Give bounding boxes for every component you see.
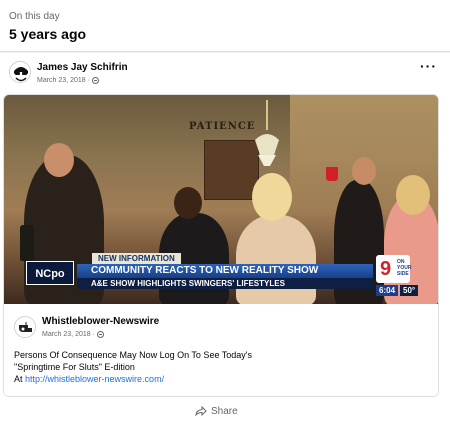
wine-bottle <box>20 225 34 261</box>
post-meta: March 23, 2018 · <box>37 77 99 84</box>
wall-sign: PATIENCE <box>189 121 256 132</box>
author-name[interactable]: James Jay Schifrin <box>37 62 128 73</box>
share-icon <box>195 406 207 416</box>
person-blonde <box>236 215 316 304</box>
broadcast-time: 6:04 <box>376 285 399 296</box>
memory-title: 5 years ago <box>9 26 87 42</box>
avatar-icon <box>10 62 30 82</box>
broadcast-temperature: 50° <box>400 285 419 296</box>
page-avatar[interactable] <box>14 316 36 338</box>
station-logo-text: NCpo <box>35 268 65 280</box>
globe-icon <box>91 77 99 84</box>
more-options-icon[interactable]: ··· <box>420 59 436 73</box>
news-tag: NEW INFORMATION <box>92 253 181 264</box>
page-name[interactable]: Whistleblower-Newswire <box>42 316 159 327</box>
channel-number: 9 <box>380 258 392 280</box>
chandelier-icon <box>255 100 279 166</box>
shared-post-line-3: At http://whistleblower-newswire.com/ <box>14 373 414 385</box>
shared-post-line-1: Persons Of Consequence May Now Log On To… <box>14 350 253 360</box>
person-right-man-head <box>352 157 376 185</box>
share-button[interactable]: Share <box>195 404 238 418</box>
globe-icon <box>96 331 104 338</box>
station-logo: NCpo <box>26 261 74 285</box>
author-avatar[interactable] <box>9 61 31 83</box>
person-left-head <box>44 143 74 177</box>
memory-subtitle: On this day <box>9 11 60 22</box>
shared-post-text: Persons Of Consequence May Now Log On To… <box>14 349 414 385</box>
shared-post-meta: March 23, 2018 · <box>42 331 104 338</box>
channel-slogan: ON YOUR SIDE <box>397 259 412 277</box>
whistle-logo-icon <box>15 317 35 337</box>
red-cup <box>326 167 338 181</box>
shared-post-line-3-prefix: At <box>14 374 26 384</box>
website-link[interactable]: http://whistleblower-newswire.com/ <box>25 374 164 384</box>
memory-header: On this day 5 years ago <box>0 0 450 52</box>
post-card: James Jay Schifrin March 23, 2018 · ··· … <box>0 53 450 429</box>
shared-post-details: Whistleblower-Newswire March 23, 2018 · … <box>4 304 438 396</box>
news-headline: COMMUNITY REACTS TO NEW REALITY SHOW <box>77 264 373 278</box>
video-background-shelf <box>204 140 259 200</box>
shared-post-date[interactable]: March 23, 2018 · <box>42 331 95 338</box>
share-label: Share <box>211 405 238 417</box>
video-thumbnail[interactable]: PATIENCE NEW INFORMATION NCpo COMMUNITY … <box>4 95 438 304</box>
channel-bug: 9 ON YOUR SIDE <box>376 255 412 283</box>
person-far-right-head <box>396 175 430 215</box>
person-center-head <box>174 187 202 219</box>
shared-post-card[interactable]: PATIENCE NEW INFORMATION NCpo COMMUNITY … <box>3 94 439 397</box>
shared-post-line-2: "Springtime For Sluts" E-dition <box>14 362 135 372</box>
news-subheadline: A&E SHOW HIGHLIGHTS SWINGERS' LIFESTYLES <box>77 278 373 289</box>
person-blonde-head <box>252 173 292 221</box>
post-date[interactable]: March 23, 2018 · <box>37 77 90 84</box>
